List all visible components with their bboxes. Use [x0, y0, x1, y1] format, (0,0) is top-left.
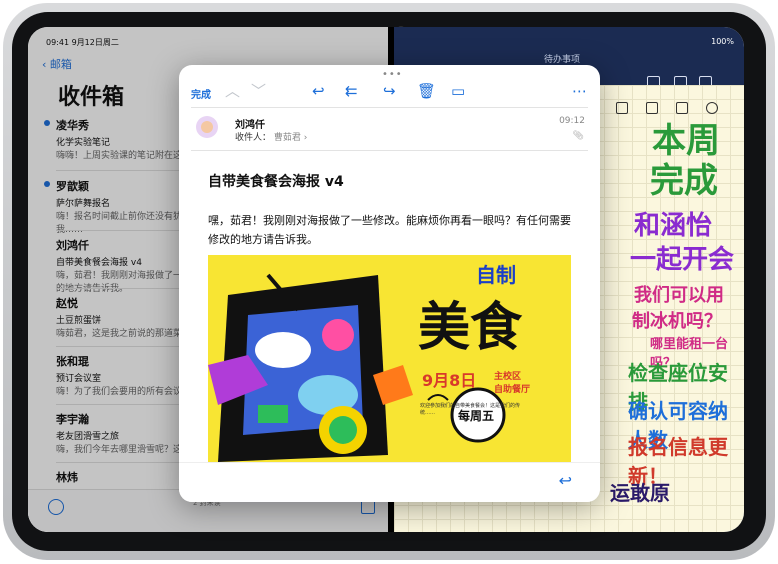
note-line: 一起开会 — [630, 245, 735, 275]
poster-title-large: 美食 — [418, 298, 523, 358]
chevron-up-icon[interactable]: ︿ — [225, 83, 240, 99]
email-subject: 自带美食餐会海报 v4 — [208, 174, 344, 190]
email-toolbar: 完成 ︿ ﹀ ↩ ⇇ ↪ 🗑︎ ▭ ⋯ — [179, 77, 600, 107]
note-line: 运敢原 — [610, 481, 670, 505]
poster-badge: 每周五 — [458, 409, 495, 423]
reply-icon[interactable]: ↩ — [559, 471, 572, 490]
more-icon[interactable]: ⋯ — [572, 83, 587, 99]
chevron-down-icon[interactable]: ﹀ — [251, 83, 266, 99]
email-footer: ↩ — [179, 462, 600, 502]
email-popover: ••• 完成 ︿ ﹀ ↩ ⇇ ↪ 🗑︎ ▭ ⋯ 刘鸿仟 收件人： 曹茹君 › 0… — [179, 65, 600, 502]
note-line: 制冰机吗？ — [632, 311, 722, 332]
image-icon[interactable] — [616, 102, 628, 114]
recipient-line: 收件人： 曹茹君 › — [235, 130, 307, 143]
folder-icon[interactable]: ▭ — [451, 83, 465, 99]
notes-title: 待办事项 — [544, 55, 581, 65]
reply-all-icon[interactable]: ⇇ — [345, 83, 358, 99]
avatar-face — [201, 121, 213, 133]
to-label: 收件人： — [235, 133, 272, 143]
email-body: 嘿，茹君！我刚刚对海报做了一些修改。能麻烦你再看一眼吗？有任何需要修改的地方请告… — [208, 214, 571, 246]
note-line: 我们可以用 — [634, 285, 724, 306]
sender-name[interactable]: 刘鸿仟 — [235, 116, 265, 131]
done-button[interactable]: 完成 — [191, 86, 211, 101]
reply-icon[interactable]: ↩ — [312, 83, 325, 99]
sent-time: 09:12 — [559, 116, 585, 126]
poster-date: 9月8日 — [422, 371, 477, 390]
recipient-name[interactable]: 曹茹君 › — [274, 133, 307, 143]
poster-place: 自助餐厅 — [494, 385, 531, 395]
battery-status: 100% — [711, 37, 734, 46]
avatar[interactable] — [196, 116, 218, 138]
forward-icon[interactable]: ↪ — [383, 83, 396, 99]
attachment-icon: 📎︎ — [572, 131, 584, 141]
poster-title-small: 自制 — [476, 263, 516, 287]
note-line: 和涵怡 — [634, 211, 713, 241]
note-line: 完成 — [650, 161, 718, 201]
poster-attachment[interactable]: 自制 美食 9月8日 主校区 自助餐厅 欢迎参加我们的自带美食餐会！这是我们的传… — [208, 255, 571, 462]
trash-icon[interactable]: 🗑︎ — [417, 83, 436, 99]
poster-place: 主校区 — [494, 372, 522, 382]
